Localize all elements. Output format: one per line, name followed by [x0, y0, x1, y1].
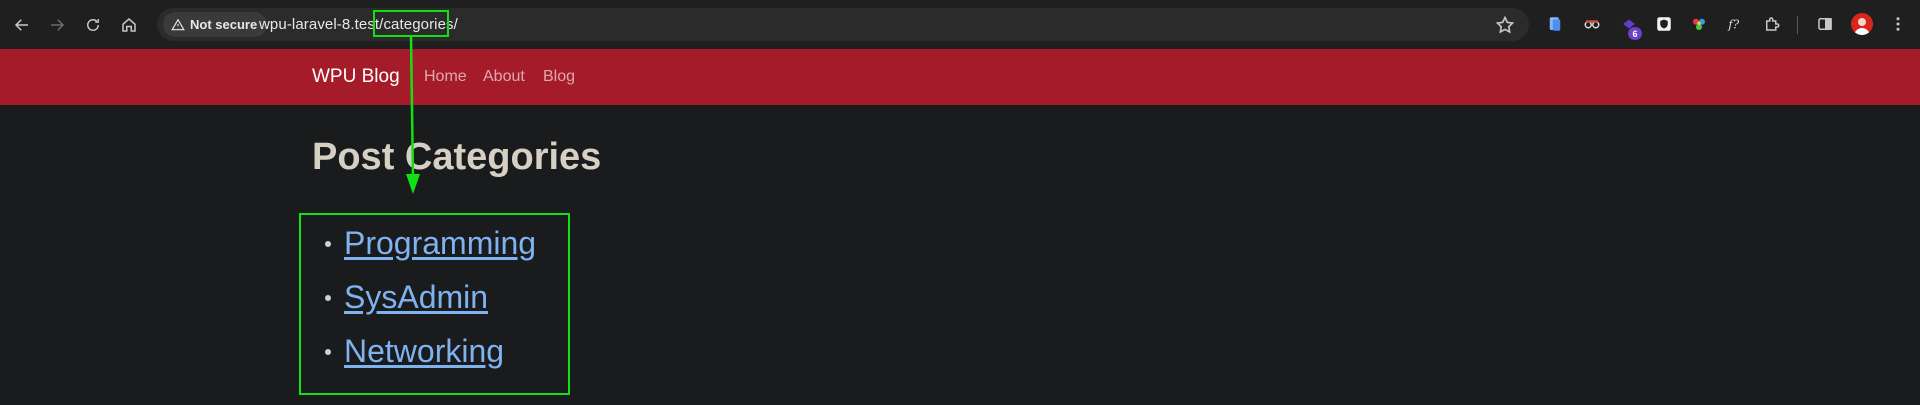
- bookmark-star-icon[interactable]: [1495, 15, 1515, 35]
- glasses-extension-icon[interactable]: [1582, 14, 1602, 34]
- toolbar-divider: [1797, 16, 1798, 34]
- nav-link-about[interactable]: About: [483, 68, 525, 86]
- reload-icon[interactable]: [80, 12, 106, 38]
- docs-extension-icon[interactable]: [1545, 14, 1565, 34]
- extension-badge: 6: [1628, 27, 1642, 40]
- svg-text:f?: f?: [1727, 18, 1739, 32]
- page-title: Post Categories: [312, 136, 602, 178]
- main-content: Post Categories Programming SysAdmin Net…: [0, 105, 1920, 405]
- nav-link-blog[interactable]: Blog: [543, 68, 575, 86]
- url-host: wpu-laravel-8.test/: [259, 16, 384, 33]
- profile-avatar[interactable]: [1851, 13, 1873, 35]
- side-panel-icon[interactable]: [1815, 14, 1835, 34]
- brand-link[interactable]: WPU Blog: [312, 66, 400, 88]
- function-extension-icon[interactable]: f?: [1725, 14, 1745, 34]
- url-highlight-box: [373, 10, 449, 37]
- home-icon[interactable]: [116, 12, 142, 38]
- nav-link-home[interactable]: Home: [424, 68, 467, 86]
- browser-toolbar: Not secure wpu-laravel-8.test/categories…: [0, 0, 1920, 49]
- color-picker-extension-icon[interactable]: [1689, 14, 1709, 34]
- extensions-puzzle-icon[interactable]: [1762, 14, 1782, 34]
- category-list-highlight-box: [299, 213, 570, 395]
- security-label: Not secure: [190, 17, 258, 32]
- forward-icon[interactable]: [44, 12, 70, 38]
- site-navbar: WPU Blog Home About Blog: [0, 49, 1920, 105]
- address-bar[interactable]: Not secure wpu-laravel-8.test/categories…: [157, 8, 1529, 41]
- warning-icon: [171, 18, 185, 30]
- security-chip[interactable]: Not secure: [163, 12, 268, 37]
- menu-kebab-icon[interactable]: [1888, 14, 1908, 34]
- back-icon[interactable]: [9, 12, 35, 38]
- shield-extension-icon[interactable]: [1654, 14, 1674, 34]
